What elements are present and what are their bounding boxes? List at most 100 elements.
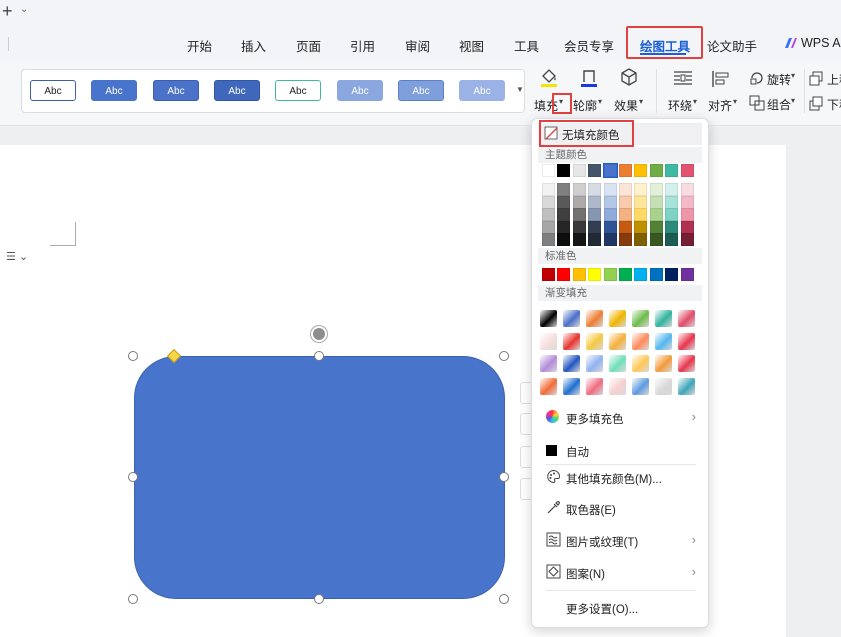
effects-label[interactable]: 效果 bbox=[614, 97, 638, 114]
shape-style-5[interactable]: Abc bbox=[275, 80, 321, 101]
auto-color-option[interactable]: 自动 bbox=[538, 438, 702, 464]
group-dropdown-chevron-icon[interactable]: ▾ bbox=[791, 96, 795, 105]
theme-color-swatch[interactable] bbox=[665, 164, 679, 177]
theme-shade-swatch[interactable] bbox=[680, 220, 694, 234]
theme-color-swatch[interactable] bbox=[557, 164, 571, 177]
theme-shade-swatch[interactable] bbox=[649, 208, 663, 221]
theme-shade-swatch[interactable] bbox=[603, 208, 617, 221]
theme-shade-swatch[interactable] bbox=[542, 183, 555, 196]
theme-shade-swatch[interactable] bbox=[557, 183, 571, 196]
gradient-fill-swatch[interactable] bbox=[632, 377, 649, 395]
gradient-fill-swatch[interactable] bbox=[655, 355, 672, 372]
picture-texture-option[interactable]: 图片或纹理(T) › bbox=[538, 528, 702, 554]
menu-tab-paper-assistant[interactable]: 论文助手 bbox=[707, 36, 757, 55]
gradient-fill-swatch[interactable] bbox=[655, 332, 672, 350]
shape-style-8[interactable]: Abc bbox=[459, 80, 505, 101]
theme-shade-swatch[interactable] bbox=[619, 233, 632, 246]
gradient-fill-swatch[interactable] bbox=[609, 377, 626, 395]
theme-shade-swatch[interactable] bbox=[680, 233, 694, 246]
rounded-rectangle-shape[interactable] bbox=[134, 356, 505, 599]
gradient-fill-swatch[interactable] bbox=[586, 310, 603, 327]
theme-shade-swatch[interactable] bbox=[680, 195, 694, 209]
shape-style-6[interactable]: Abc bbox=[337, 80, 383, 101]
menu-tab-references[interactable]: 引用 bbox=[350, 36, 375, 55]
standard-color-swatch[interactable] bbox=[680, 268, 694, 281]
send-down-label[interactable]: 下移 bbox=[827, 96, 841, 113]
gradient-fill-swatch[interactable] bbox=[586, 355, 603, 372]
theme-shade-swatch[interactable] bbox=[649, 220, 663, 234]
resize-handle-left[interactable] bbox=[128, 472, 138, 482]
theme-color-swatch[interactable] bbox=[602, 163, 618, 178]
gradient-fill-swatch[interactable] bbox=[609, 310, 626, 327]
theme-shade-swatch[interactable] bbox=[634, 195, 648, 209]
standard-color-swatch[interactable] bbox=[557, 268, 571, 281]
align-icon[interactable] bbox=[710, 68, 732, 90]
theme-shade-swatch[interactable] bbox=[542, 195, 555, 209]
resize-handle-top-left[interactable] bbox=[128, 351, 138, 361]
pattern-option[interactable]: 图案(N) › bbox=[538, 560, 702, 586]
rotate-icon[interactable] bbox=[749, 70, 765, 86]
theme-shade-swatch[interactable] bbox=[603, 195, 617, 209]
theme-color-swatch[interactable] bbox=[680, 164, 694, 177]
gradient-fill-swatch[interactable] bbox=[563, 310, 580, 327]
theme-shade-swatch[interactable] bbox=[588, 208, 602, 221]
theme-shade-swatch[interactable] bbox=[634, 220, 648, 234]
theme-shade-swatch[interactable] bbox=[603, 233, 617, 246]
theme-shade-swatch[interactable] bbox=[680, 208, 694, 221]
theme-shade-swatch[interactable] bbox=[557, 208, 571, 221]
theme-shade-swatch[interactable] bbox=[603, 183, 617, 196]
resize-handle-bottom-left[interactable] bbox=[128, 594, 138, 604]
group-icon[interactable] bbox=[749, 95, 765, 111]
rotate-handle[interactable] bbox=[311, 326, 327, 342]
theme-shade-swatch[interactable] bbox=[572, 233, 586, 246]
theme-shade-swatch[interactable] bbox=[588, 233, 602, 246]
theme-shade-swatch[interactable] bbox=[572, 195, 586, 209]
eyedropper-option[interactable]: 取色器(E) bbox=[538, 496, 702, 522]
theme-shade-swatch[interactable] bbox=[542, 233, 555, 246]
theme-shade-swatch[interactable] bbox=[542, 208, 555, 221]
gradient-fill-swatch[interactable] bbox=[655, 377, 672, 395]
shape-style-1[interactable]: Abc bbox=[30, 80, 76, 101]
group-label[interactable]: 组合 bbox=[767, 96, 791, 113]
theme-shade-swatch[interactable] bbox=[588, 183, 602, 196]
theme-shade-swatch[interactable] bbox=[649, 195, 663, 209]
gradient-fill-swatch[interactable] bbox=[540, 377, 557, 395]
shape-style-2[interactable]: Abc bbox=[91, 80, 137, 101]
more-fill-colors-option[interactable]: 更多填充色 › bbox=[538, 405, 702, 431]
theme-shade-swatch[interactable] bbox=[649, 233, 663, 246]
theme-color-swatch[interactable] bbox=[634, 164, 648, 177]
effects-dropdown-chevron-icon[interactable]: ▾ bbox=[639, 97, 643, 106]
theme-shade-swatch[interactable] bbox=[572, 208, 586, 221]
rotate-label[interactable]: 旋转 bbox=[767, 71, 791, 88]
resize-handle-right[interactable] bbox=[499, 472, 509, 482]
gradient-fill-swatch[interactable] bbox=[563, 355, 580, 372]
align-dropdown-chevron-icon[interactable]: ▾ bbox=[733, 97, 737, 106]
theme-shade-swatch[interactable] bbox=[680, 183, 694, 196]
menu-tab-page[interactable]: 页面 bbox=[296, 36, 321, 55]
gradient-fill-swatch[interactable] bbox=[540, 355, 557, 372]
outline-dropdown-chevron-icon[interactable]: ▾ bbox=[598, 97, 602, 106]
theme-shade-swatch[interactable] bbox=[665, 220, 679, 234]
theme-shade-swatch[interactable] bbox=[557, 233, 571, 246]
theme-color-swatch[interactable] bbox=[619, 164, 632, 177]
bring-forward-icon[interactable] bbox=[809, 70, 825, 86]
gallery-more-icon[interactable]: ▼ bbox=[516, 85, 524, 94]
menu-tab-wps-ai[interactable]: WPS AI bbox=[801, 36, 841, 50]
theme-shade-swatch[interactable] bbox=[557, 195, 571, 209]
theme-color-swatch[interactable] bbox=[542, 164, 555, 177]
standard-color-swatch[interactable] bbox=[649, 268, 663, 281]
theme-shade-swatch[interactable] bbox=[634, 208, 648, 221]
standard-color-swatch[interactable] bbox=[665, 268, 679, 281]
theme-color-swatch[interactable] bbox=[572, 164, 586, 177]
wrap-dropdown-chevron-icon[interactable]: ▾ bbox=[693, 97, 697, 106]
gradient-fill-swatch[interactable] bbox=[563, 332, 580, 350]
theme-shade-swatch[interactable] bbox=[634, 183, 648, 196]
gradient-fill-swatch[interactable] bbox=[609, 355, 626, 372]
gradient-fill-swatch[interactable] bbox=[678, 310, 695, 327]
gradient-fill-swatch[interactable] bbox=[632, 355, 649, 372]
menu-tab-review[interactable]: 审阅 bbox=[405, 36, 430, 55]
theme-shade-swatch[interactable] bbox=[619, 208, 632, 221]
theme-shade-swatch[interactable] bbox=[588, 220, 602, 234]
theme-shade-swatch[interactable] bbox=[665, 208, 679, 221]
other-fill-colors-option[interactable]: 其他填充颜色(M)... bbox=[538, 465, 702, 491]
